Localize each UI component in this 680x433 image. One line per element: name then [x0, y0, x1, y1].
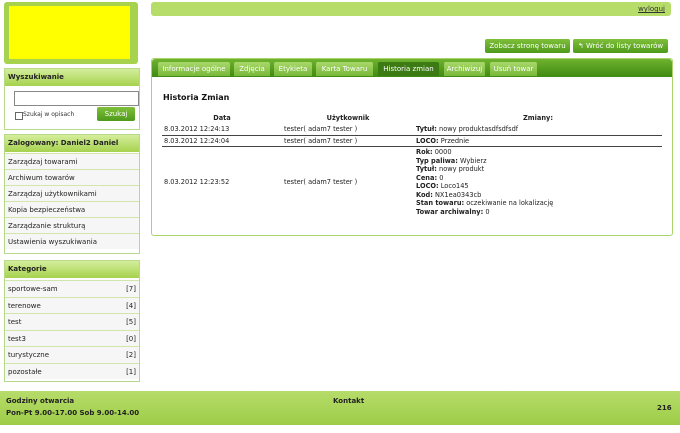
menu-backup[interactable]: Kopia bezpieczeństwa	[5, 201, 139, 217]
row-user: tester( adam7 tester )	[282, 124, 414, 136]
change-key: Rok:	[416, 148, 433, 156]
tab-product-card[interactable]: Karta Towaru	[316, 62, 373, 76]
footer: Godziny otwarcia Pon-Pt 9.00-17.00 Sob 9…	[0, 391, 680, 425]
site-logo[interactable]	[9, 6, 130, 59]
category-item[interactable]: test3 [0]	[5, 329, 139, 346]
category-name: terenowe	[8, 301, 41, 310]
column-date: Data	[213, 114, 231, 122]
change-value: nowy produktasdfsdfsdf	[436, 125, 519, 133]
menu-search-settings[interactable]: Ustawienia wyszukiwania	[5, 233, 139, 249]
admin-menu: Zalogowany: Daniel2 Daniel Zarządzaj tow…	[4, 134, 140, 254]
category-count: [2]	[126, 351, 136, 359]
search-panel: Wyszukiwanie Szukaj w opisach Szukaj	[4, 68, 140, 130]
change-value: 0	[437, 173, 444, 182]
change-value: Przednie	[438, 136, 470, 145]
categories-title: Kategorie	[5, 261, 139, 278]
category-count: [7]	[126, 285, 136, 293]
tab-photos[interactable]: Zdjęcia	[234, 62, 270, 76]
view-product-page-button[interactable]: Zobacz stronę towaru	[485, 39, 570, 53]
logout-link[interactable]: wyloguj	[638, 5, 665, 13]
category-item[interactable]: pozostałe [1]	[5, 362, 139, 379]
category-count: [1]	[126, 367, 136, 376]
change-value: nowy produkt	[436, 165, 485, 173]
change-key: Cena:	[416, 173, 438, 182]
table-row: 8.03.2012 12:23:52 tester( adam7 tester …	[162, 147, 662, 218]
change-value: Loco145	[438, 182, 469, 190]
change-key: Typ paliwa:	[416, 156, 458, 165]
table-row: 8.03.2012 12:24:04 tester( adam7 tester …	[162, 135, 662, 147]
change-value: 0000	[432, 148, 452, 156]
history-title: Historia Zmian	[163, 93, 230, 102]
category-name: pozostałe	[8, 367, 42, 376]
logo-panel	[4, 2, 138, 64]
back-to-list-label: Wróć do listy towarów	[586, 42, 664, 50]
column-user: Użytkownik	[326, 114, 370, 122]
change-key: LOCO:	[416, 136, 439, 145]
row-changes: Rok: 0000 Typ paliwa: Wybierz Tytuł: now…	[414, 147, 662, 218]
change-value: NX1ea0343cb	[432, 190, 482, 199]
opening-hours: Pon-Pt 9.00-17.00 Sob 9.00-14.00	[6, 409, 140, 417]
column-changes: Zmiany:	[523, 114, 553, 122]
category-item[interactable]: terenowe [4]	[5, 296, 139, 313]
category-name: turystyczne	[8, 351, 50, 359]
row-user: tester( adam7 tester )	[282, 135, 414, 147]
row-changes: LOCO: Przednie	[414, 135, 662, 147]
category-count: [0]	[126, 334, 136, 343]
menu-manage-products[interactable]: Zarządzaj towarami	[5, 153, 139, 169]
category-name: test	[8, 318, 22, 326]
logged-in-title: Zalogowany: Daniel2 Daniel	[5, 135, 139, 152]
change-value: Wybierz	[457, 156, 487, 165]
product-panel: Informacje ogólne Zdjęcia Etykieta Karta…	[151, 58, 673, 236]
tab-delete-product[interactable]: Usuń towar	[490, 62, 537, 76]
row-changes: Tytuł: nowy produktasdfsdfsdf	[414, 124, 662, 136]
footer-number: 216	[657, 404, 672, 412]
category-name: test3	[8, 334, 26, 343]
row-date: 8.03.2012 12:24:13	[162, 124, 282, 136]
history-table: Data Użytkownik Zmiany: 8.03.2012 12:24:…	[162, 112, 662, 217]
back-to-list-button[interactable]: ↰ Wróć do listy towarów	[573, 39, 668, 53]
search-descriptions-label: Szukaj w opisach	[23, 111, 75, 118]
contact-title: Kontakt	[333, 397, 365, 405]
row-user: tester( adam7 tester )	[284, 178, 358, 186]
change-key: Kod:	[416, 190, 433, 199]
tab-history[interactable]: Historia zmian	[378, 62, 439, 76]
search-title: Wyszukiwanie	[5, 69, 139, 86]
table-row: 8.03.2012 12:24:13 tester( adam7 tester …	[162, 124, 662, 136]
category-name: sportowe-sam	[8, 285, 58, 293]
row-date: 8.03.2012 12:23:52	[164, 178, 230, 186]
change-key: Tytuł:	[416, 165, 437, 173]
search-descriptions-checkbox[interactable]	[15, 112, 23, 120]
change-value: oczekiwanie na lokalizację	[464, 199, 554, 207]
top-bar: wyloguj	[151, 2, 671, 16]
tab-archive[interactable]: Archiwizuj	[444, 62, 485, 76]
category-item[interactable]: test [5]	[5, 313, 139, 330]
category-count: [4]	[126, 301, 136, 310]
tab-general-info[interactable]: Informacje ogólne	[158, 62, 230, 76]
category-count: [5]	[126, 318, 136, 326]
menu-structure[interactable]: Zarządzanie strukturą	[5, 217, 139, 233]
change-value: 0	[483, 207, 490, 216]
opening-hours-title: Godziny otwarcia	[6, 397, 75, 405]
menu-manage-users[interactable]: Zarządzaj użytkownikami	[5, 185, 139, 201]
categories-panel: Kategorie sportowe-sam [7] terenowe [4] te…	[4, 260, 140, 382]
arrow-back-icon: ↰	[577, 42, 587, 50]
menu-products-archive[interactable]: Archiwum towarów	[5, 169, 139, 185]
row-date: 8.03.2012 12:24:04	[162, 135, 282, 147]
tab-bar: Informacje ogólne Zdjęcia Etykieta Karta…	[152, 59, 672, 77]
search-button[interactable]: Szukaj	[97, 107, 135, 121]
change-key: Towar archiwalny:	[416, 207, 484, 216]
change-key: Tytuł:	[416, 125, 437, 133]
search-input[interactable]	[14, 91, 139, 106]
category-item[interactable]: sportowe-sam [7]	[5, 280, 139, 297]
change-key: Stan towaru:	[416, 199, 465, 207]
change-key: LOCO:	[416, 182, 439, 190]
category-item[interactable]: turystyczne [2]	[5, 346, 139, 363]
tab-label[interactable]: Etykieta	[274, 62, 312, 76]
